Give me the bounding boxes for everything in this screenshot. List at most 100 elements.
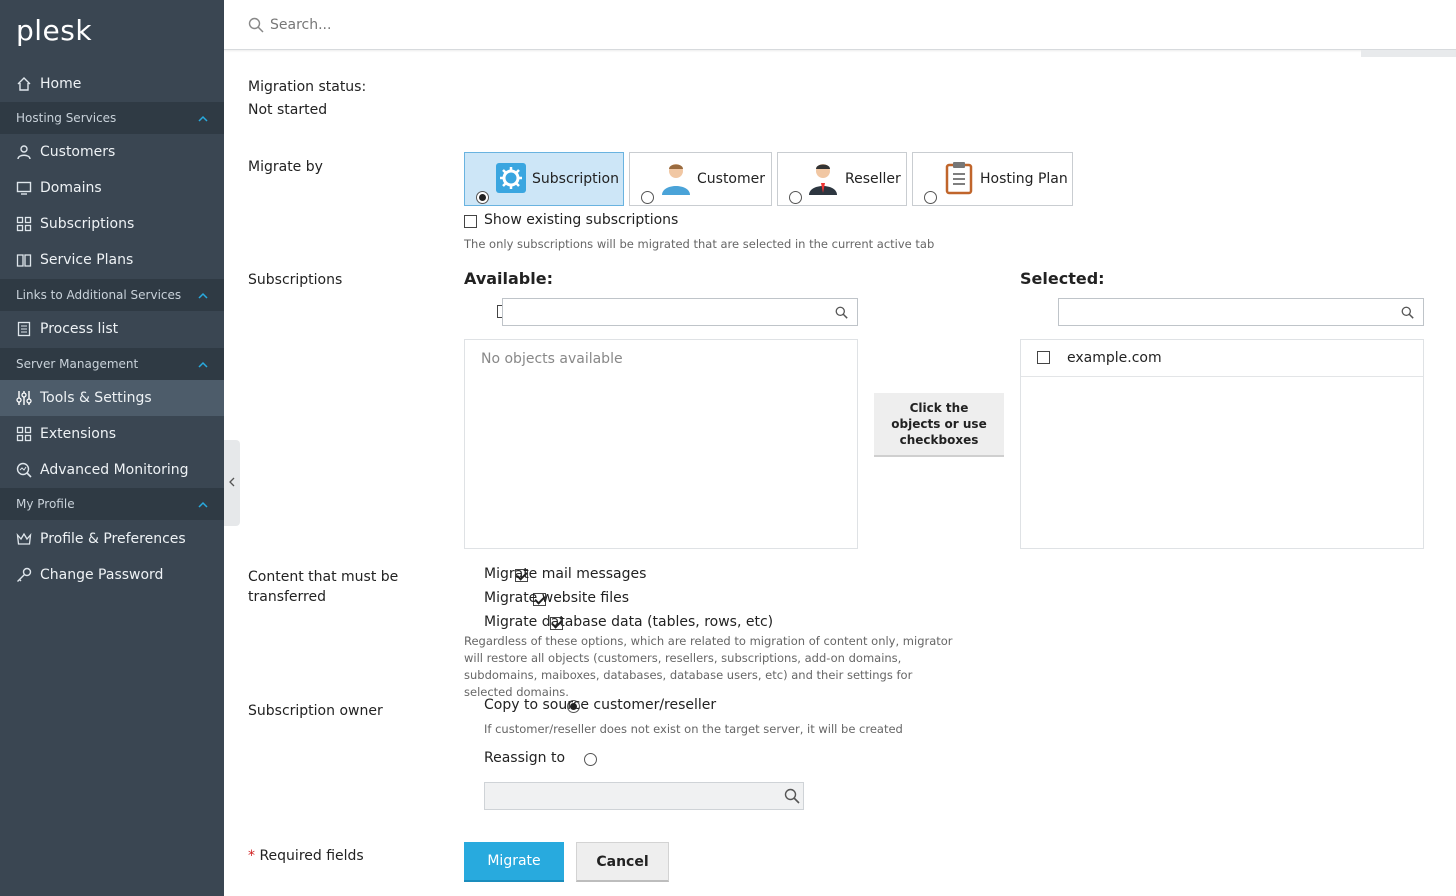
- show-existing-label[interactable]: Show existing subscriptions: [484, 212, 678, 228]
- owner-reassign-label[interactable]: Reassign to: [484, 750, 565, 766]
- sidebar-item-label: Profile & Preferences: [40, 531, 186, 547]
- sidebar-item-advanced-monitoring[interactable]: Advanced Monitoring: [0, 452, 224, 488]
- available-search-field[interactable]: [503, 299, 822, 325]
- sidebar-item-label: Domains: [40, 180, 102, 196]
- available-title: Available:: [464, 269, 553, 288]
- owner-reassign-radio[interactable]: [583, 753, 597, 766]
- migrate-website-label[interactable]: Migrate website files: [484, 590, 629, 606]
- top-search-bar: [224, 0, 1456, 50]
- selected-list[interactable]: example.com: [1020, 339, 1424, 549]
- available-list[interactable]: No objects available: [464, 339, 858, 549]
- migrate-by-subscription[interactable]: Subscription: [464, 152, 624, 206]
- sidebar-item-tools-settings[interactable]: Tools & Settings: [0, 380, 224, 416]
- sidebar-item-process-list[interactable]: Process list: [0, 311, 224, 347]
- owner-copy-hint: If customer/reseller does not exist on t…: [484, 722, 903, 736]
- section-links-additional[interactable]: Links to Additional Services: [0, 279, 224, 311]
- chevron-up-icon: [198, 498, 208, 512]
- sidebar-item-change-password[interactable]: Change Password: [0, 557, 224, 593]
- available-search-input[interactable]: [502, 298, 858, 326]
- migrate-by-label-customer: Customer: [697, 171, 766, 187]
- customer-avatar-icon: [660, 161, 692, 201]
- sliders-icon: [16, 390, 32, 406]
- radio-customer[interactable]: [641, 190, 654, 204]
- search-icon[interactable]: [1401, 306, 1414, 323]
- migrate-by-customer[interactable]: Customer: [629, 152, 772, 206]
- radio-hosting-plan[interactable]: [924, 190, 937, 204]
- list-item-label[interactable]: example.com: [1067, 350, 1162, 366]
- home-icon: [16, 76, 32, 92]
- list-item-checkbox[interactable]: [1037, 351, 1050, 364]
- sidebar-item-customers[interactable]: Customers: [0, 134, 224, 170]
- migrate-by-label-subscription: Subscription: [532, 171, 619, 187]
- book-icon: [16, 252, 32, 268]
- radio-subscription[interactable]: [476, 190, 489, 204]
- migration-status-label: Migration status:: [248, 79, 367, 95]
- search-icon: [248, 17, 264, 37]
- sidebar-item-subscriptions[interactable]: Subscriptions: [0, 206, 224, 242]
- migrate-database-label[interactable]: Migrate database data (tables, rows, etc…: [484, 614, 773, 630]
- sidebar-item-extensions[interactable]: Extensions: [0, 416, 224, 452]
- user-icon: [16, 144, 32, 160]
- sidebar-collapse-handle[interactable]: [224, 440, 240, 526]
- cancel-button[interactable]: Cancel: [576, 842, 669, 882]
- search-icon[interactable]: [784, 788, 800, 808]
- search-icon[interactable]: [835, 306, 848, 323]
- section-server-management[interactable]: Server Management: [0, 348, 224, 380]
- section-my-profile[interactable]: My Profile: [0, 488, 224, 520]
- list-icon: [16, 321, 32, 337]
- migrate-by-hosting-plan[interactable]: Hosting Plan: [912, 152, 1073, 206]
- chevron-up-icon: [198, 358, 208, 372]
- sidebar-item-label: Customers: [40, 144, 116, 160]
- migrate-by-reseller[interactable]: Reseller: [777, 152, 907, 206]
- show-existing-hint: The only subscriptions will be migrated …: [464, 237, 935, 251]
- section-label: Hosting Services: [16, 111, 117, 125]
- chevron-left-icon: [228, 476, 236, 491]
- show-existing-checkbox[interactable]: [464, 215, 477, 228]
- sidebar-item-home[interactable]: Home: [0, 66, 224, 102]
- top-strip: [1361, 50, 1456, 57]
- selected-title: Selected:: [1020, 269, 1105, 288]
- reassign-search-input[interactable]: [484, 782, 804, 810]
- radio-reseller[interactable]: [789, 190, 802, 204]
- chevron-up-icon: [198, 289, 208, 303]
- sidebar-item-label: Home: [40, 76, 82, 92]
- section-label: Server Management: [16, 357, 139, 371]
- crown-icon: [16, 531, 32, 547]
- sidebar-item-label: Service Plans: [40, 252, 134, 268]
- section-hosting-services[interactable]: Hosting Services: [0, 102, 224, 134]
- list-item[interactable]: example.com: [1021, 340, 1423, 377]
- sidebar-item-label: Change Password: [40, 567, 164, 583]
- migrate-by-label: Migrate by: [248, 159, 323, 175]
- monitoring-icon: [16, 462, 32, 478]
- migrate-by-label-hosting-plan: Hosting Plan: [980, 171, 1068, 187]
- selected-search-field[interactable]: [1059, 299, 1387, 325]
- section-label: Links to Additional Services: [16, 288, 182, 302]
- selected-search-input[interactable]: [1058, 298, 1424, 326]
- required-star: *: [248, 848, 255, 864]
- chevron-up-icon: [198, 112, 208, 126]
- available-empty-text: No objects available: [481, 351, 623, 367]
- key-icon: [16, 567, 32, 583]
- extensions-icon: [16, 426, 32, 442]
- migrate-button[interactable]: Migrate: [464, 842, 564, 882]
- monitor-icon: [16, 180, 32, 196]
- grid-icon: [16, 216, 32, 232]
- section-label: My Profile: [16, 497, 75, 511]
- sidebar-item-label: Advanced Monitoring: [40, 462, 189, 478]
- required-fields-text: Required fields: [259, 848, 364, 864]
- migration-status-value: Not started: [248, 102, 328, 118]
- sidebar-item-domains[interactable]: Domains: [0, 170, 224, 206]
- subscription-gear-icon: [496, 163, 526, 197]
- content-label: Content that must be transferred: [248, 569, 399, 605]
- sidebar-item-profile-preferences[interactable]: Profile & Preferences: [0, 521, 224, 557]
- clipboard-icon: [945, 161, 973, 199]
- migrate-by-label-reseller: Reseller: [845, 171, 901, 187]
- plesk-logo[interactable]: plesk: [16, 14, 92, 47]
- migrate-mail-label[interactable]: Migrate mail messages: [484, 566, 646, 582]
- sidebar-item-service-plans[interactable]: Service Plans: [0, 242, 224, 278]
- global-search-input[interactable]: [270, 12, 870, 38]
- owner-copy-label[interactable]: Copy to source customer/reseller: [484, 697, 716, 713]
- sidebar: plesk Home Hosting Services Customers Do…: [0, 0, 224, 896]
- transfer-hint-button[interactable]: Click the objects or use checkboxes: [874, 393, 1004, 457]
- reseller-avatar-icon: [807, 161, 839, 201]
